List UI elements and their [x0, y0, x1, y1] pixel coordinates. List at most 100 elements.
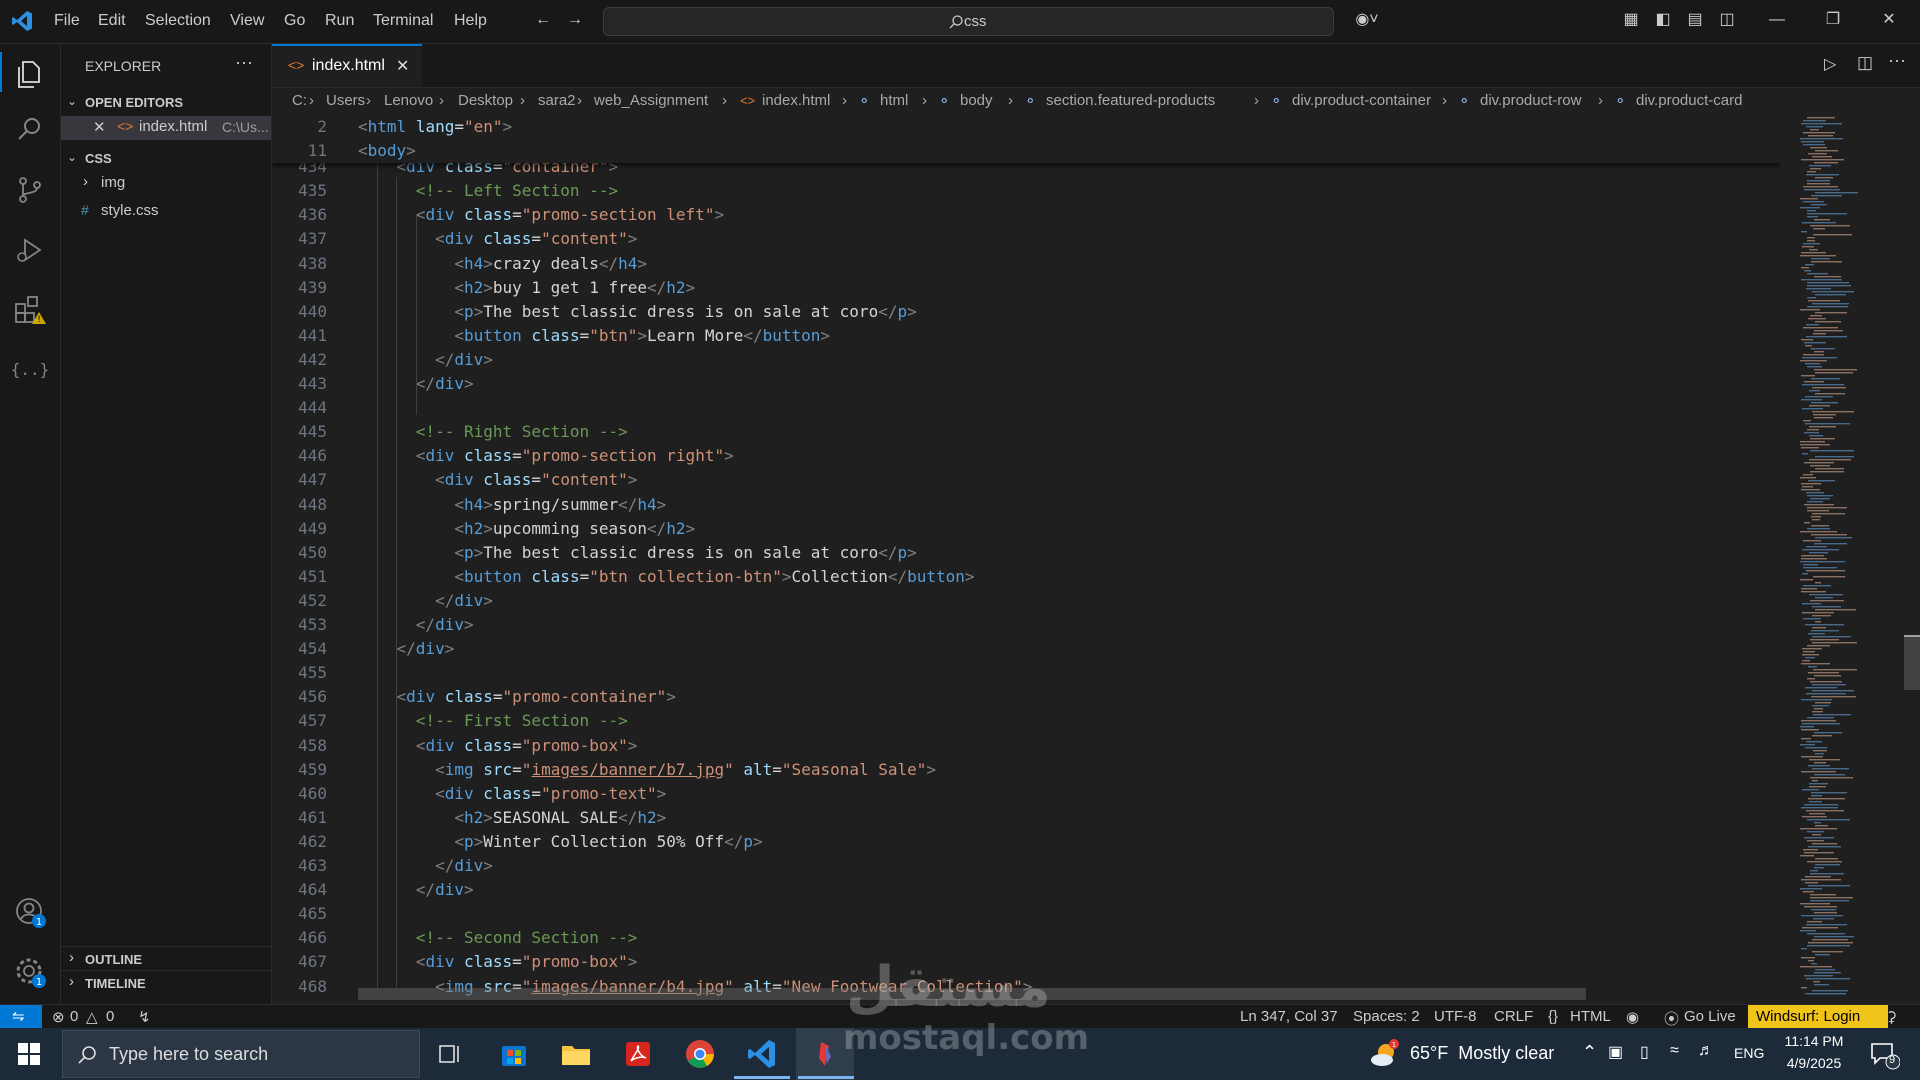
code-editor[interactable]: 2<html lang="en">11<body> 433434 <div cl… — [272, 115, 1780, 1000]
crumb-section[interactable]: section.featured-products — [1046, 92, 1215, 109]
crumb-desktop[interactable]: Desktop — [458, 92, 513, 109]
close-tab-icon[interactable]: ✕ — [396, 56, 409, 76]
file-explorer-icon[interactable] — [556, 1034, 596, 1074]
volume-icon[interactable]: ♬ — [1698, 1042, 1714, 1060]
error-icon[interactable]: ⊗ — [52, 1008, 65, 1026]
run-debug-icon[interactable] — [10, 230, 50, 270]
menu-view[interactable]: View — [230, 12, 264, 30]
crumb-users[interactable]: Users — [326, 92, 365, 109]
run-file-icon[interactable]: ▷ — [1824, 54, 1836, 74]
customize-layout-icon[interactable]: ▦ — [1620, 9, 1642, 31]
crumb-sara2[interactable]: sara2 — [538, 92, 576, 109]
menu-help[interactable]: Help — [454, 12, 487, 30]
menu-go[interactable]: Go — [284, 12, 305, 30]
indentation[interactable]: Spaces: 2 — [1353, 1008, 1420, 1025]
remote-indicator[interactable]: ⇋ — [0, 1005, 42, 1029]
open-editor-item[interactable]: ✕ <> index.html C:\Us... — [61, 116, 271, 140]
source-control-icon[interactable] — [10, 170, 50, 210]
manage-gear-icon[interactable]: 1 — [10, 952, 50, 992]
close-window-icon[interactable]: ✕ — [1878, 9, 1900, 31]
warning-count[interactable]: 0 — [106, 1008, 114, 1025]
notification-center-icon[interactable]: 9 — [1868, 1040, 1901, 1070]
wifi-icon[interactable]: ≈ — [1670, 1042, 1679, 1060]
input-language[interactable]: ENG — [1734, 1045, 1764, 1061]
microsoft-store-icon[interactable] — [494, 1034, 534, 1074]
toggle-panel-icon[interactable]: ▤ — [1684, 9, 1706, 31]
chevron-down-icon[interactable]: ⌄ — [67, 94, 77, 108]
tree-item-style-css[interactable]: # style.css — [61, 200, 271, 224]
menu-terminal[interactable]: Terminal — [373, 12, 433, 30]
crumb-product-container[interactable]: div.product-container — [1292, 92, 1431, 109]
split-editor-icon[interactable]: ◫ — [1857, 53, 1873, 73]
minimap-line — [1804, 837, 1834, 839]
crumb-product-card[interactable]: div.product-card — [1636, 92, 1742, 109]
json-brackets-icon[interactable]: {..} — [10, 350, 50, 390]
encoding[interactable]: UTF-8 — [1434, 1008, 1477, 1025]
line-ending[interactable]: CRLF — [1494, 1008, 1533, 1025]
cursor-position[interactable]: Ln 347, Col 37 — [1240, 1008, 1338, 1025]
folder-header[interactable]: CSS — [85, 151, 112, 166]
search-view-icon[interactable] — [10, 110, 50, 150]
line-number: 451 — [298, 567, 327, 586]
close-icon[interactable]: ✕ — [93, 118, 106, 136]
accounts-icon[interactable]: 1 — [10, 892, 50, 932]
timeline-header[interactable]: TIMELINE — [85, 976, 146, 991]
restore-icon[interactable]: ❐ — [1822, 9, 1844, 31]
crumb-web-assignment[interactable]: web_Assignment — [594, 92, 708, 109]
clock-time[interactable]: 11:14 PM — [1782, 1033, 1846, 1049]
forward-arrow-icon[interactable]: → — [564, 9, 586, 31]
lightning-icon[interactable]: ↯ — [138, 1008, 151, 1026]
language-mode[interactable]: HTML — [1570, 1008, 1611, 1025]
task-view-icon[interactable] — [430, 1034, 470, 1074]
error-count[interactable]: 0 — [70, 1008, 78, 1025]
windsurf-login-button[interactable]: Windsurf: Login — [1748, 1005, 1888, 1029]
tree-item-img[interactable]: › img — [61, 172, 271, 196]
battery-icon[interactable]: ▯ — [1640, 1042, 1649, 1062]
vertical-scrollbar[interactable] — [1904, 115, 1920, 1000]
tray-chevron-up-icon[interactable]: ⌃ — [1582, 1042, 1597, 1063]
outline-header[interactable]: OUTLINE — [85, 952, 142, 967]
back-arrow-icon[interactable]: ← — [532, 9, 554, 31]
crumb-product-row[interactable]: div.product-row — [1480, 92, 1581, 109]
minimize-icon[interactable]: — — [1766, 9, 1788, 31]
minimap-line — [1801, 123, 1842, 125]
crumb-body[interactable]: body — [960, 92, 993, 109]
menu-run[interactable]: Run — [325, 12, 354, 30]
weather-icon[interactable]: 1 — [1368, 1038, 1400, 1070]
menu-edit[interactable]: Edit — [98, 12, 126, 30]
windows-start-icon[interactable] — [18, 1043, 40, 1065]
weather-text[interactable]: 65°F Mostly clear — [1410, 1043, 1554, 1064]
open-editors-header[interactable]: OPEN EDITORS — [85, 95, 183, 110]
toggle-secondary-sidebar-icon[interactable]: ◫ — [1716, 9, 1738, 31]
acrobat-reader-icon[interactable] — [618, 1034, 658, 1074]
tray-app-icon[interactable]: ▣ — [1608, 1042, 1623, 1062]
scrollbar-thumb[interactable] — [1904, 635, 1920, 690]
vscode-taskbar-icon[interactable] — [742, 1034, 782, 1074]
crumb-file[interactable]: index.html — [762, 92, 830, 109]
chrome-icon[interactable] — [680, 1034, 720, 1074]
crumb-drive[interactable]: C: — [292, 92, 307, 109]
toggle-primary-sidebar-icon[interactable]: ◧ — [1652, 9, 1674, 31]
pinned-app-icon[interactable] — [805, 1034, 845, 1074]
extensions-icon[interactable]: ! — [10, 290, 50, 330]
notifications-bell-icon[interactable]: ⚳ — [1886, 1008, 1897, 1026]
menu-file[interactable]: File — [54, 12, 80, 30]
sticky-scroll[interactable]: 2 <html lang="en"> 11 <body> — [272, 115, 1780, 163]
crumb-lenovo[interactable]: Lenovo — [384, 92, 433, 109]
crumb-html[interactable]: html — [880, 92, 908, 109]
minimap[interactable] — [1780, 115, 1904, 1000]
chevron-down-icon[interactable]: ⌄ — [67, 150, 77, 164]
copilot-status-icon[interactable]: ◉ — [1626, 1008, 1639, 1026]
line-number: 2 — [317, 117, 327, 136]
more-actions-icon[interactable]: ··· — [235, 52, 253, 73]
menu-selection[interactable]: Selection — [145, 12, 211, 30]
command-center[interactable]: css — [603, 7, 1334, 36]
go-live-button[interactable]: Go Live — [1684, 1008, 1736, 1025]
editor-more-actions-icon[interactable]: ··· — [1888, 50, 1906, 71]
copilot-icon[interactable]: ◉˅ — [1350, 9, 1384, 31]
tab-index-html[interactable]: <> index.html ✕ — [272, 44, 422, 87]
taskbar-search[interactable]: Type here to search — [62, 1030, 420, 1078]
clock-date[interactable]: 4/9/2025 — [1780, 1055, 1848, 1071]
warning-icon[interactable]: △ — [86, 1008, 98, 1026]
explorer-icon[interactable] — [10, 54, 50, 94]
